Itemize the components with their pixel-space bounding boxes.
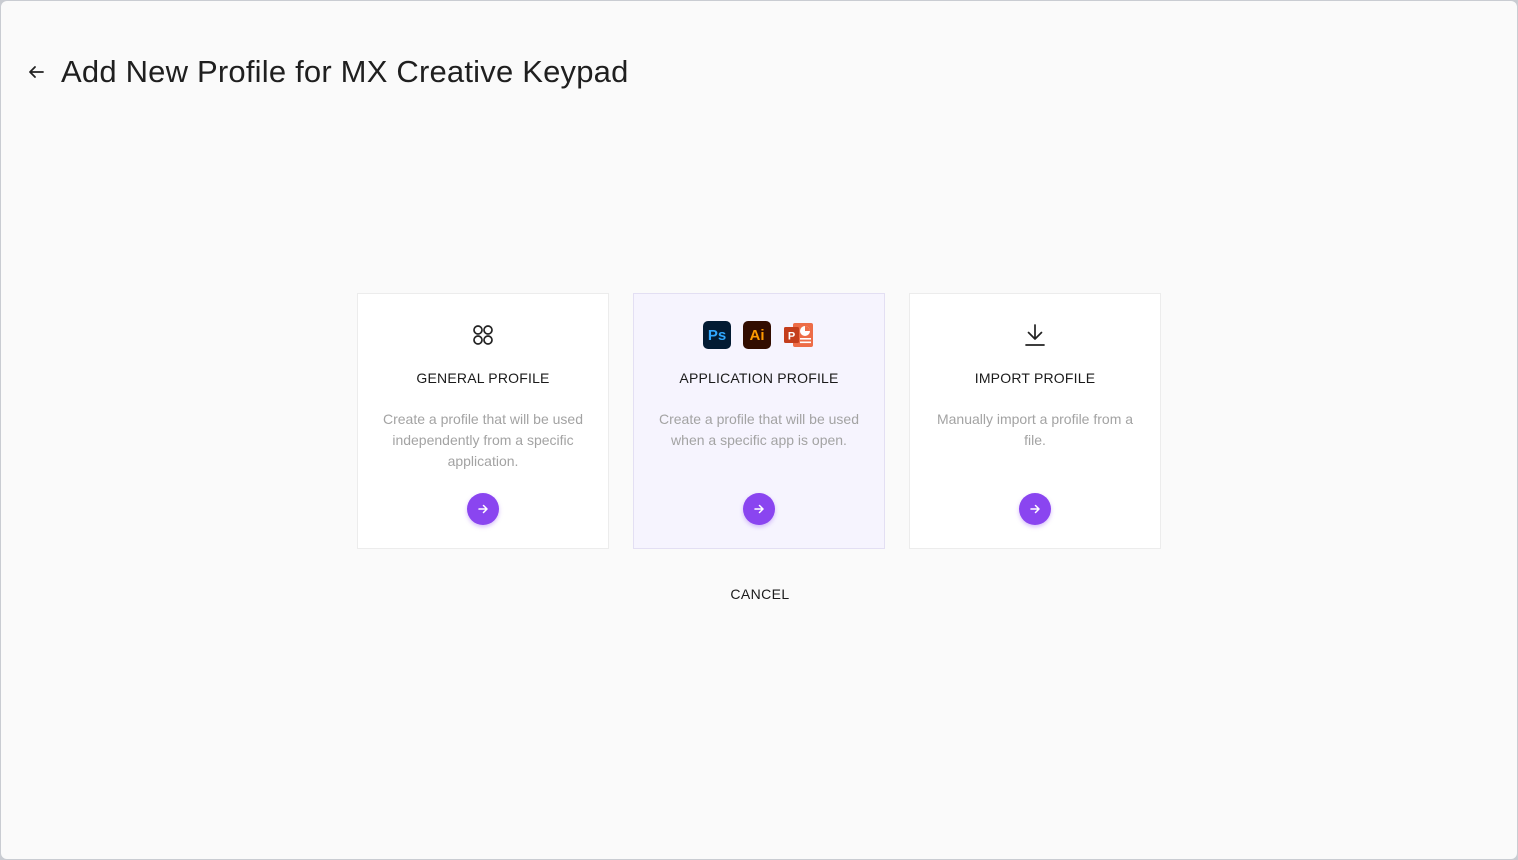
- card-description: Create a profile that will be used indep…: [383, 411, 583, 469]
- card-title: APPLICATION PROFILE: [679, 370, 839, 386]
- application-profile-go-button[interactable]: [743, 493, 775, 525]
- powerpoint-letter: P: [788, 331, 795, 343]
- photoshop-icon: Ps: [703, 321, 731, 349]
- four-circles-icon: [473, 325, 493, 345]
- page-title: Add New Profile for MX Creative Keypad: [61, 54, 629, 89]
- card-description: Manually import a profile from a file.: [936, 411, 1134, 448]
- download-icon: [1025, 324, 1045, 346]
- application-profile-card[interactable]: Ps Ai P APPLICATION PROFILE Create a pro…: [633, 293, 885, 549]
- card-title: IMPORT PROFILE: [974, 370, 1096, 386]
- arrow-left-icon: [29, 66, 44, 78]
- cancel-button[interactable]: CANCEL: [1, 586, 1517, 602]
- card-title: GENERAL PROFILE: [416, 370, 550, 386]
- app-window: Add New Profile for MX Creative Keypad G…: [1, 1, 1517, 859]
- general-profile-card[interactable]: GENERAL PROFILE Create a profile that wi…: [357, 293, 609, 549]
- import-profile-card[interactable]: IMPORT PROFILE Manually import a profile…: [909, 293, 1161, 549]
- page-header: Add New Profile for MX Creative Keypad: [25, 49, 629, 95]
- arrow-right-icon: [754, 504, 764, 514]
- arrow-right-icon: [1030, 504, 1040, 514]
- general-profile-go-button[interactable]: [467, 493, 499, 525]
- import-profile-go-button[interactable]: [1019, 493, 1051, 525]
- back-button[interactable]: [25, 61, 47, 83]
- profile-options: GENERAL PROFILE Create a profile that wi…: [357, 293, 1161, 549]
- card-description: Create a profile that will be used when …: [659, 411, 859, 448]
- arrow-right-icon: [478, 504, 488, 514]
- illustrator-icon: Ai: [743, 321, 771, 349]
- powerpoint-icon: P: [783, 321, 815, 349]
